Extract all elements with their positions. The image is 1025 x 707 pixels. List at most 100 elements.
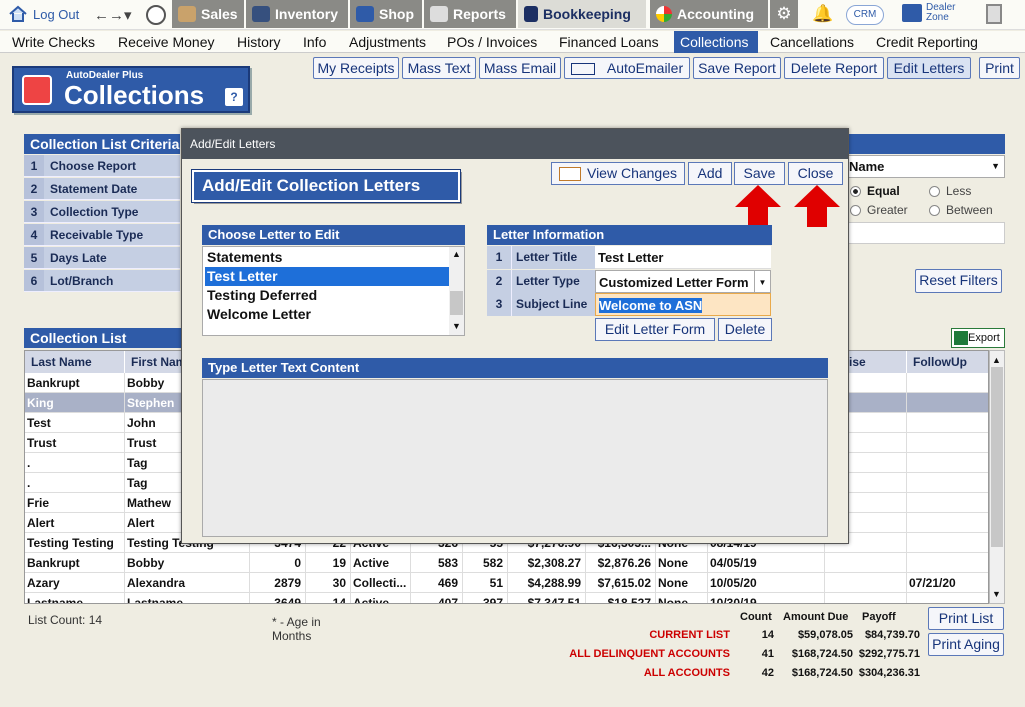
back-forward-icon[interactable]: ←→▾ bbox=[94, 6, 132, 24]
tab-shop[interactable]: Shop bbox=[350, 0, 422, 28]
table-cell bbox=[907, 593, 988, 603]
table-row[interactable]: Azary Alexandra 2879 30 Collecti... 469 51 $4,2… bbox=[25, 573, 988, 593]
reset-filters-button[interactable]: Reset Filters bbox=[915, 269, 1002, 293]
table-cell: 407 bbox=[411, 593, 463, 603]
dialog-title-bar: Add/Edit Letters bbox=[182, 129, 848, 159]
dealer-zone-link[interactable]: Dealer Zone bbox=[926, 3, 976, 23]
radio-label: Equal bbox=[867, 184, 900, 198]
letter-item-testing-deferred[interactable]: Testing Deferred bbox=[205, 286, 449, 305]
table-cell: 10/30/19 bbox=[708, 593, 825, 603]
print-button[interactable]: Print bbox=[979, 57, 1020, 79]
close-dialog-button[interactable]: Close bbox=[788, 162, 843, 185]
edit-letter-form-button[interactable]: Edit Letter Form bbox=[595, 318, 715, 341]
criteria-receivable-type[interactable]: 4 Receivable Type bbox=[24, 224, 180, 246]
criteria-days-late[interactable]: 5 Days Late bbox=[24, 247, 180, 269]
tab-label: Accounting bbox=[677, 6, 754, 22]
table-row[interactable]: Lastname Lastname 3649 14 Active 407 397 $7,347… bbox=[25, 593, 988, 603]
scroll-up-icon[interactable]: ▲ bbox=[452, 249, 461, 259]
delete-report-button[interactable]: Delete Report bbox=[784, 57, 884, 79]
autoemailer-button[interactable]: AutoEmailer bbox=[564, 57, 690, 79]
letter-title-field[interactable]: Test Letter bbox=[595, 246, 771, 269]
list-scrollbar[interactable]: ▲ ▼ bbox=[989, 350, 1005, 604]
delete-letter-button[interactable]: Delete bbox=[718, 318, 772, 341]
tab-label: Inventory bbox=[275, 6, 339, 22]
tab-sales[interactable]: Sales bbox=[172, 0, 244, 28]
radio-equal[interactable]: Equal bbox=[850, 184, 900, 198]
info-row-letter-title: 1 Letter Title Test Letter bbox=[487, 246, 771, 269]
help-button[interactable]: ? bbox=[225, 88, 243, 106]
menu-write-checks[interactable]: Write Checks bbox=[6, 31, 101, 53]
tab-reports[interactable]: Reports bbox=[424, 0, 516, 28]
menu-adjustments[interactable]: Adjustments bbox=[343, 31, 432, 53]
radio-between[interactable]: Between bbox=[929, 203, 993, 217]
table-cell: 2879 bbox=[250, 573, 306, 593]
table-cell: Active bbox=[351, 553, 411, 573]
logout-button[interactable]: Log Out bbox=[8, 5, 79, 23]
row-number: 3 bbox=[487, 293, 511, 316]
save-letter-button[interactable]: Save bbox=[734, 162, 785, 185]
dealer-zone-icon[interactable] bbox=[902, 4, 922, 22]
radio-greater[interactable]: Greater bbox=[850, 203, 908, 217]
crm-button[interactable]: CRM bbox=[846, 5, 884, 25]
filter-value-input[interactable] bbox=[845, 222, 1005, 244]
letter-list-scrollbar[interactable]: ▲ ▼ bbox=[449, 247, 464, 335]
row-label: Subject Line bbox=[511, 293, 595, 316]
view-changes-button[interactable]: View Changes bbox=[551, 162, 685, 185]
letter-item-welcome-letter[interactable]: Welcome Letter bbox=[205, 305, 449, 324]
tab-bookkeeping[interactable]: Bookkeeping bbox=[518, 0, 646, 28]
menu-collections[interactable]: Collections bbox=[674, 31, 758, 53]
criteria-statement-date[interactable]: 2 Statement Date bbox=[24, 178, 180, 200]
col-header-last-name[interactable]: Last Name bbox=[25, 351, 125, 373]
table-cell: Bobby bbox=[125, 553, 250, 573]
menu-receive-money[interactable]: Receive Money bbox=[112, 31, 221, 53]
criteria-collection-type[interactable]: 3 Collection Type bbox=[24, 201, 180, 223]
save-report-button[interactable]: Save Report bbox=[693, 57, 781, 79]
tab-accounting[interactable]: Accounting bbox=[650, 0, 768, 28]
print-aging-button[interactable]: Print Aging bbox=[928, 633, 1004, 656]
letter-content-textarea[interactable] bbox=[202, 379, 828, 537]
totals-count-header: Count bbox=[740, 611, 772, 623]
export-button[interactable]: Export bbox=[951, 328, 1005, 348]
tab-inventory[interactable]: Inventory bbox=[246, 0, 348, 28]
criteria-choose-report[interactable]: 1 Choose Report bbox=[24, 155, 180, 177]
menu-history[interactable]: History bbox=[231, 31, 287, 53]
radio-label: Between bbox=[946, 203, 993, 217]
subject-line-field[interactable]: Welcome to ASN bbox=[595, 293, 771, 316]
radio-less[interactable]: Less bbox=[929, 184, 971, 198]
calculator-icon[interactable] bbox=[986, 4, 1002, 24]
notification-bell-icon[interactable]: 🔔 bbox=[812, 4, 833, 24]
menu-cancellations[interactable]: Cancellations bbox=[764, 31, 860, 53]
scroll-thumb[interactable] bbox=[991, 367, 1003, 547]
table-row[interactable]: Bankrupt Bobby 0 19 Active 583 582 $2,308.27 $2,… bbox=[25, 553, 988, 573]
print-list-button[interactable]: Print List bbox=[928, 607, 1004, 630]
add-edit-letters-dialog: Add/Edit Letters Add/Edit Collection Let… bbox=[181, 128, 849, 544]
mass-text-button[interactable]: Mass Text bbox=[402, 57, 476, 79]
menu-financed-loans[interactable]: Financed Loans bbox=[553, 31, 665, 53]
edit-letters-button[interactable]: Edit Letters bbox=[887, 57, 971, 79]
table-cell: 0 bbox=[250, 553, 306, 573]
mass-email-button[interactable]: Mass Email bbox=[479, 57, 561, 79]
user-avatar-icon[interactable] bbox=[146, 5, 166, 25]
add-letter-button[interactable]: Add bbox=[688, 162, 732, 185]
col-header-followup[interactable]: FollowUp bbox=[907, 351, 988, 373]
menu-info[interactable]: Info bbox=[297, 31, 332, 53]
collection-list-title: Collection List bbox=[24, 328, 184, 348]
letter-item-statements[interactable]: Statements bbox=[205, 248, 449, 267]
letter-item-test-letter[interactable]: Test Letter bbox=[205, 267, 449, 286]
menu-credit-reporting[interactable]: Credit Reporting bbox=[870, 31, 984, 53]
criteria-lot-branch[interactable]: 6 Lot/Branch bbox=[24, 270, 180, 292]
totals-amount: $168,724.50 bbox=[791, 667, 853, 679]
letter-type-select[interactable]: Customized Letter Form ▼ bbox=[595, 270, 771, 294]
scroll-thumb[interactable] bbox=[450, 291, 463, 315]
settings-gear-icon[interactable]: ⚙ bbox=[770, 0, 798, 28]
sort-field-select[interactable]: Name ▼ bbox=[845, 155, 1005, 178]
row-number: 6 bbox=[24, 270, 44, 291]
menu-pos-invoices[interactable]: POs / Invoices bbox=[441, 31, 543, 53]
crm-label: CRM bbox=[853, 9, 877, 20]
my-receipts-button[interactable]: My Receipts bbox=[313, 57, 399, 79]
export-label: Export bbox=[968, 332, 1000, 344]
scroll-down-icon[interactable]: ▼ bbox=[452, 321, 461, 331]
totals-label: CURRENT LIST bbox=[649, 629, 730, 641]
scroll-down-icon[interactable]: ▼ bbox=[992, 589, 1001, 599]
scroll-up-icon[interactable]: ▲ bbox=[992, 355, 1001, 365]
